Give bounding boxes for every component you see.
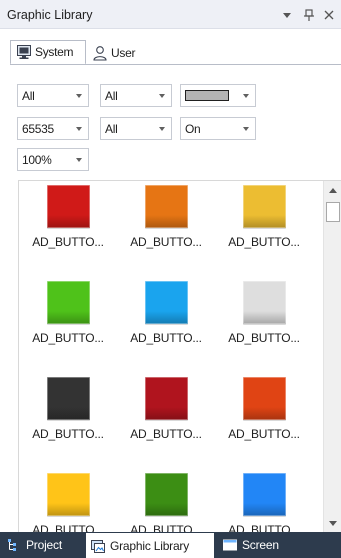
graphic-item-label: AD_BUTTO... xyxy=(32,235,104,249)
tab-project-label: Project xyxy=(26,538,62,552)
graphic-item[interactable]: AD_BUTTO... xyxy=(19,277,117,373)
graphic-library-icon xyxy=(90,538,106,554)
graphic-item-label: AD_BUTTO... xyxy=(228,331,300,345)
graphic-item[interactable]: AD_BUTTO... xyxy=(19,181,117,277)
monitor-icon xyxy=(16,44,32,60)
color-filter-dropdown[interactable] xyxy=(180,84,256,107)
tab-system-label: System xyxy=(35,45,74,59)
graphic-thumbnail xyxy=(47,281,90,324)
tab-graphic-library-label: Graphic Library xyxy=(110,538,190,553)
graphic-item-label: AD_BUTTO... xyxy=(32,331,104,345)
graphic-item-label: AD_BUTTO... xyxy=(32,427,104,441)
filter-area: All All 65535 All On 100% xyxy=(10,72,341,180)
style-filter-value: All xyxy=(105,122,118,136)
state-filter-dropdown[interactable]: On xyxy=(180,117,256,140)
tab-system[interactable]: System xyxy=(10,40,86,65)
tab-screen-label: Screen xyxy=(242,538,279,552)
state-filter-value: On xyxy=(185,122,201,136)
screen-icon xyxy=(222,537,238,553)
scroll-down-arrow[interactable] xyxy=(324,515,341,533)
chevron-down-icon xyxy=(237,85,255,106)
close-icon[interactable] xyxy=(322,8,336,22)
graphic-thumbnail xyxy=(145,185,188,228)
graphic-thumbnail xyxy=(145,473,188,516)
graphic-item-label: AD_BUTTO... xyxy=(130,235,202,249)
tab-project[interactable]: Project xyxy=(6,532,84,558)
graphic-item-label: AD_BUTTO... xyxy=(130,331,202,345)
tab-user-label: User xyxy=(111,45,136,60)
chevron-down-icon xyxy=(237,118,255,139)
graphic-thumbnail xyxy=(145,281,188,324)
scroll-up-arrow[interactable] xyxy=(324,181,341,199)
graphic-item[interactable]: AD_BUTTO... xyxy=(215,277,313,373)
chevron-down-icon xyxy=(70,85,88,106)
graphic-thumbnail xyxy=(47,377,90,420)
graphic-thumbnail xyxy=(47,473,90,516)
bottom-tab-bar: Project Graphic Library Screen xyxy=(0,532,341,558)
graphic-item-label: AD_BUTTO... xyxy=(130,427,202,441)
color-count-dropdown[interactable]: 65535 xyxy=(17,117,89,140)
chevron-down-icon xyxy=(70,149,88,170)
graphic-list-panel: AD_BUTTO... AD_BUTTO... AD_BUTTO... AD_BUTT… xyxy=(18,180,341,533)
graphic-item[interactable]: AD_BUTTO... xyxy=(19,469,117,533)
user-icon xyxy=(92,45,108,61)
type-filter-dropdown[interactable]: All xyxy=(100,84,172,107)
graphic-thumbnail xyxy=(145,377,188,420)
graphic-item[interactable]: AD_BUTTO... xyxy=(19,373,117,469)
chevron-down-icon xyxy=(70,118,88,139)
style-filter-dropdown[interactable]: All xyxy=(100,117,172,140)
graphic-thumbnail xyxy=(243,185,286,228)
project-tree-icon xyxy=(6,537,22,553)
graphic-item-label: AD_BUTTO... xyxy=(228,235,300,249)
tab-user[interactable]: User xyxy=(87,40,147,65)
chevron-down-icon xyxy=(153,118,171,139)
pin-icon[interactable] xyxy=(302,8,316,22)
graphic-thumbnail xyxy=(47,185,90,228)
type-filter-value: All xyxy=(105,89,118,103)
zoom-dropdown[interactable]: 100% xyxy=(17,148,89,171)
library-tabs: System User xyxy=(0,30,341,72)
window-menu-dropdown-icon[interactable] xyxy=(280,8,294,22)
graphic-grid: AD_BUTTO... AD_BUTTO... AD_BUTTO... AD_BUTT… xyxy=(19,181,322,533)
graphic-item[interactable]: AD_BUTTO... xyxy=(215,181,313,277)
tab-graphic-library[interactable]: Graphic Library xyxy=(86,533,214,558)
graphic-thumbnail xyxy=(243,473,286,516)
tab-screen[interactable]: Screen xyxy=(222,532,302,558)
graphic-item[interactable]: AD_BUTTO... xyxy=(117,373,215,469)
vertical-scrollbar[interactable] xyxy=(323,181,341,533)
zoom-value: 100% xyxy=(22,153,52,167)
graphic-item[interactable]: AD_BUTTO... xyxy=(117,277,215,373)
panel-titlebar: Graphic Library xyxy=(0,0,341,29)
color-count-value: 65535 xyxy=(22,122,54,136)
graphic-item[interactable]: AD_BUTTO... xyxy=(117,181,215,277)
graphic-item[interactable]: AD_BUTTO... xyxy=(215,469,313,533)
chevron-down-icon xyxy=(153,85,171,106)
tab-strip-divider xyxy=(10,64,341,65)
graphic-thumbnail xyxy=(243,281,286,324)
scroll-thumb[interactable] xyxy=(326,202,340,222)
color-swatch xyxy=(185,90,229,101)
graphic-item[interactable]: AD_BUTTO... xyxy=(215,373,313,469)
panel-title: Graphic Library xyxy=(7,8,93,22)
category-filter-dropdown[interactable]: All xyxy=(17,84,89,107)
category-filter-value: All xyxy=(22,89,35,103)
graphic-thumbnail xyxy=(243,377,286,420)
graphic-item[interactable]: AD_BUTTO... xyxy=(117,469,215,533)
graphic-item-label: AD_BUTTO... xyxy=(228,427,300,441)
